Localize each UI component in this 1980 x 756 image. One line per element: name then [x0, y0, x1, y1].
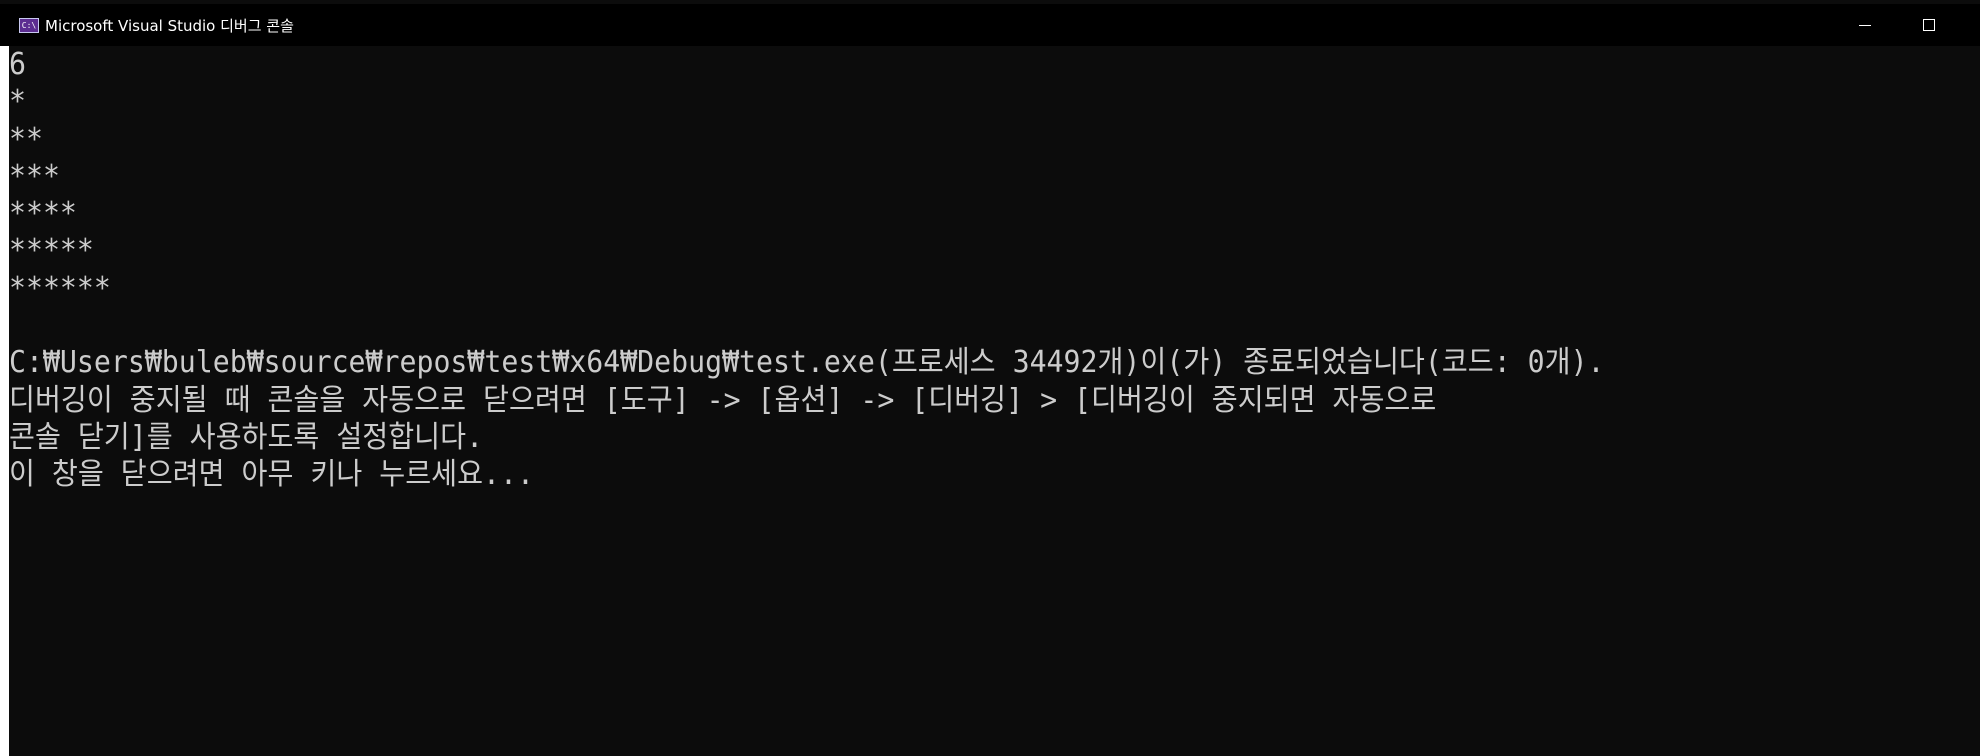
console-line: 6 — [9, 47, 26, 82]
minimize-icon — [1859, 24, 1871, 26]
console-line: 디버깅이 중지될 때 콘솔을 자동으로 닫으려면 [도구] -> [옵션] ->… — [9, 382, 1437, 418]
window-left-edge — [0, 46, 9, 756]
maximize-icon — [1923, 19, 1935, 31]
window-title: Microsoft Visual Studio 디버그 콘솔 — [45, 16, 294, 35]
console-line: 콘솔 닫기]를 사용하도록 설정합니다. — [9, 419, 484, 455]
console-line: C:₩Users₩buleb₩source₩repos₩test₩x64₩Deb… — [9, 345, 1605, 381]
console-line: ** — [9, 121, 43, 157]
console-line: *** — [9, 158, 60, 194]
console-line: * — [9, 84, 26, 120]
console-line: 이 창을 닫으려면 아무 키나 누르세요... — [9, 457, 534, 493]
title-bar[interactable]: C:\ Microsoft Visual Studio 디버그 콘솔 — [0, 4, 1980, 46]
console-line: **** — [9, 196, 77, 232]
console-output[interactable]: 6 * ** *** **** ***** ****** C:₩Users₩bu… — [9, 46, 1975, 756]
debug-console-window: C:\ Microsoft Visual Studio 디버그 콘솔 6 * *… — [0, 0, 1980, 756]
console-line: ****** — [9, 270, 111, 306]
minimize-button[interactable] — [1837, 4, 1893, 46]
console-line: ***** — [9, 233, 94, 269]
console-app-icon: C:\ — [19, 17, 39, 33]
maximize-button[interactable] — [1901, 4, 1957, 46]
